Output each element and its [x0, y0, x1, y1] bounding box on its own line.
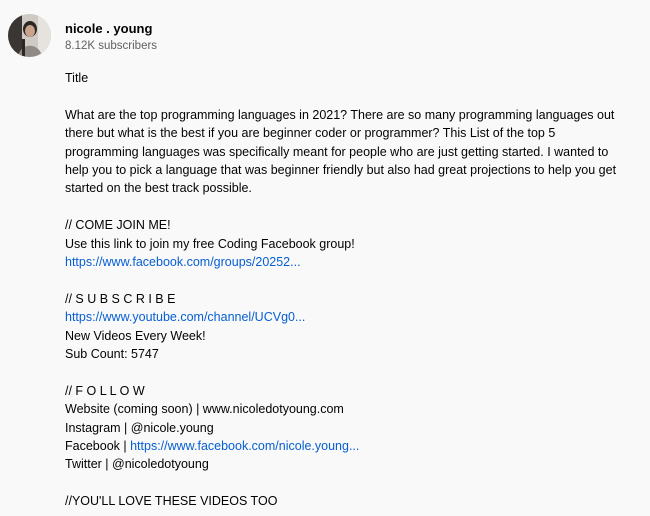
- love-videos-heading: //YOU'LL LOVE THESE VIDEOS TOO: [65, 494, 278, 509]
- facebook-label: Facebook |: [65, 439, 131, 454]
- description-title-line: Title: [65, 71, 89, 85]
- join-heading: // COME JOIN ME!: [65, 218, 171, 233]
- follow-heading: // F O L L O W: [65, 383, 145, 398]
- twitter-text: Twitter | @nicoledotyoung: [65, 457, 209, 472]
- facebook-line: Facebook | https://www.facebook.com/nico…: [65, 437, 625, 455]
- channel-info: nicole . young 8.12K subscribers: [65, 21, 157, 53]
- new-videos-text: New Videos Every Week!: [65, 328, 206, 343]
- website-text: Website (coming soon) | www.nicoledotyou…: [65, 402, 344, 417]
- instagram-text: Instagram | @nicole.young: [65, 420, 214, 435]
- description-intro: What are the top programming languages i…: [65, 107, 617, 196]
- facebook-profile-link[interactable]: https://www.facebook.com/nicole.young...: [130, 439, 359, 453]
- channel-avatar[interactable]: [8, 14, 51, 57]
- sub-count-text: Sub Count: 5747: [65, 347, 159, 362]
- facebook-group-link[interactable]: https://www.facebook.com/groups/20252...: [65, 255, 301, 269]
- youtube-channel-link[interactable]: https://www.youtube.com/channel/UCVg0...: [65, 310, 305, 324]
- description-text: Title What are the top programming langu…: [65, 69, 625, 511]
- avatar-photo-icon: [8, 14, 51, 57]
- video-description-panel: nicole . young 8.12K subscribers Title W…: [0, 0, 650, 516]
- subscribe-heading: // S U B S C R I B E: [65, 291, 176, 306]
- join-text: Use this link to join my free Coding Fac…: [65, 236, 355, 251]
- subscriber-count: 8.12K subscribers: [65, 40, 158, 52]
- channel-name[interactable]: nicole . young: [65, 21, 157, 37]
